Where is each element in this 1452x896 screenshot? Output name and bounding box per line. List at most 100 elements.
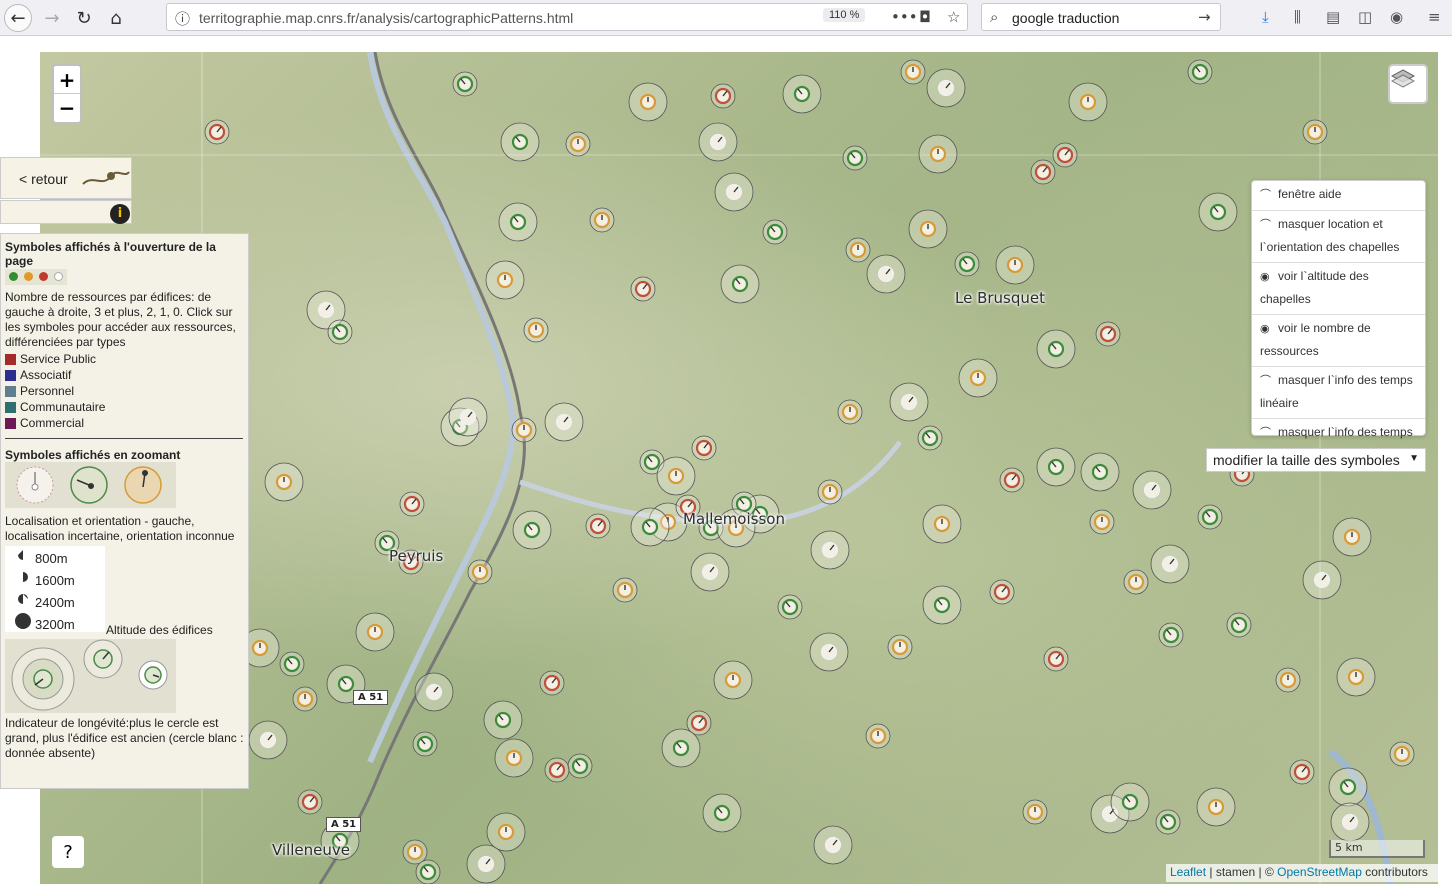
info-button[interactable]: i	[110, 204, 130, 224]
type-item: Associatif	[5, 367, 245, 383]
altitude-2400: 2400m	[35, 595, 75, 610]
symbol-size-select[interactable]: modifier la taille des symboles ▼	[1206, 448, 1426, 472]
menu-item-label: fenêtre aide	[1278, 187, 1342, 201]
eye-open-icon: ◉	[1260, 323, 1270, 335]
zoom-out-button[interactable]: −	[54, 94, 80, 122]
home-button[interactable]: ⌂	[102, 4, 130, 32]
reader-icon[interactable]: ▤	[1326, 8, 1340, 26]
place-label: Villeneuve	[272, 841, 351, 859]
zoom-symbols	[5, 462, 176, 508]
eye-open-icon: ◉	[1260, 271, 1270, 283]
green-dot-icon	[9, 272, 18, 281]
localisation-text: Localisation et orientation - gauche, lo…	[5, 514, 235, 543]
forward-button[interactable]: →	[38, 4, 66, 32]
zoom-control: + −	[52, 64, 82, 124]
scale-bar: 5 km	[1329, 840, 1425, 858]
library-icon[interactable]: ⫼	[1294, 8, 1301, 26]
retour-label: < retour	[19, 171, 68, 187]
altitude-3200: 3200m	[35, 617, 75, 632]
menu-item[interactable]: ◉ voir l`altitude des chapelles	[1252, 263, 1425, 315]
menu-item-label: masquer location et l`orientation des ch…	[1260, 217, 1400, 254]
type-label: Personnel	[20, 384, 75, 398]
bookmark-star-icon[interactable]: ☆	[947, 8, 960, 26]
back-button[interactable]: ←	[4, 4, 32, 32]
type-list: Service Public Associatif Personnel Communa…	[5, 351, 245, 431]
map-thumbnail-icon	[82, 171, 130, 185]
eye-closed-icon: ⌒	[1260, 427, 1271, 439]
type-item: Communautaire	[5, 399, 245, 415]
download-icon[interactable]: ⤓	[1262, 8, 1269, 26]
attribution-tail: contributors	[1365, 865, 1428, 879]
altitude-1600: 1600m	[35, 573, 75, 588]
resources-text: Nombre de ressources par édifices: de ga…	[5, 290, 236, 349]
road-badge: A 51	[326, 817, 362, 832]
eye-closed-icon: ⌒	[1260, 189, 1271, 201]
white-dot-icon	[54, 272, 63, 281]
url-bar[interactable]: ⓘ territographie.map.cnrs.fr/analysis/ca…	[166, 3, 968, 31]
altitude-legend: 800m 1600m 2400m 3200m	[5, 546, 105, 632]
extension-icon[interactable]: ◉	[1390, 8, 1403, 26]
red-dot-icon	[39, 272, 48, 281]
go-arrow-icon[interactable]: →	[1198, 8, 1211, 26]
reload-button[interactable]: ↻	[70, 4, 98, 32]
longevity-text: Indicateur de longévité:plus le cercle e…	[5, 716, 244, 760]
type-label: Communautaire	[20, 400, 106, 414]
type-swatch	[5, 386, 16, 398]
help-button[interactable]: ?	[52, 836, 84, 868]
legend-heading-zoom: Symboles affichés en zoomant	[5, 448, 181, 462]
symbol-size-label: modifier la taille des symboles	[1213, 452, 1400, 468]
layers-icon	[1390, 69, 1416, 88]
place-label: Peyruis	[389, 547, 444, 565]
sidebar-icon[interactable]: ◫	[1358, 8, 1372, 26]
place-label: Mallemoisson	[683, 510, 785, 528]
legend-panel: Symboles affichés à l'ouverture de la pa…	[0, 233, 249, 789]
type-swatch	[5, 354, 16, 366]
url-text: territographie.map.cnrs.fr/analysis/cart…	[199, 10, 574, 26]
type-item: Service Public	[5, 351, 245, 367]
home-icon: ⌂	[110, 7, 122, 29]
type-item: Personnel	[5, 383, 245, 399]
leaflet-link[interactable]: Leaflet	[1170, 865, 1206, 879]
type-swatch	[5, 418, 16, 430]
zoom-in-button[interactable]: +	[54, 66, 80, 94]
options-menu: ⌒ fenêtre aide ⌒ masquer location et l`orie…	[1251, 180, 1426, 462]
orange-dot-icon	[24, 272, 33, 281]
menu-item[interactable]: ⌒ fenêtre aide	[1252, 181, 1425, 211]
menu-icon[interactable]: ≡	[1428, 8, 1441, 26]
type-swatch	[5, 402, 16, 414]
reload-icon: ↻	[76, 7, 92, 29]
eye-closed-icon: ⌒	[1260, 219, 1271, 231]
info-circle-icon[interactable]: ⓘ	[175, 8, 190, 29]
zoom-level[interactable]: 110 %	[823, 8, 866, 22]
retour-button[interactable]: < retour	[0, 157, 132, 199]
pocket-icon[interactable]: ◘	[919, 8, 931, 26]
legend-heading-open: Symboles affichés à l'ouverture de la pa…	[5, 240, 216, 268]
divider	[5, 438, 243, 439]
type-label: Associatif	[20, 368, 72, 382]
search-icon: ⌕	[990, 8, 999, 26]
longevity-symbols	[5, 639, 176, 713]
type-item: Commercial	[5, 415, 245, 431]
resource-count-swatches	[5, 269, 67, 285]
back-arrow-icon: ←	[10, 7, 26, 29]
dropdown-arrow-icon: ▼	[1409, 453, 1419, 464]
attribution-text: | stamen | ©	[1209, 865, 1274, 879]
type-swatch	[5, 370, 16, 382]
altitude-label: Altitude des édifices	[106, 623, 213, 637]
menu-item-label: masquer l`info des temps linéaire	[1260, 373, 1413, 410]
forward-arrow-icon: →	[44, 7, 60, 29]
search-input[interactable]: google traduction	[1012, 10, 1119, 26]
type-label: Service Public	[20, 352, 97, 366]
menu-item[interactable]: ◉ voir le nombre de ressources	[1252, 315, 1425, 367]
river	[367, 52, 516, 764]
search-bar[interactable]: ⌕ google traduction →	[981, 3, 1221, 31]
place-label: Le Brusquet	[955, 289, 1046, 307]
eye-closed-icon: ⌒	[1260, 375, 1271, 387]
more-icon[interactable]: •••	[891, 8, 918, 26]
layers-button[interactable]	[1388, 64, 1428, 104]
altitude-800: 800m	[35, 551, 68, 566]
osm-link[interactable]: OpenStreetMap	[1277, 865, 1362, 879]
attribution: Leaflet | stamen | © OpenStreetMap contr…	[1166, 864, 1438, 882]
menu-item[interactable]: ⌒ masquer location et l`orientation des c…	[1252, 211, 1425, 263]
menu-item[interactable]: ⌒ masquer l`info des temps linéaire	[1252, 367, 1425, 419]
